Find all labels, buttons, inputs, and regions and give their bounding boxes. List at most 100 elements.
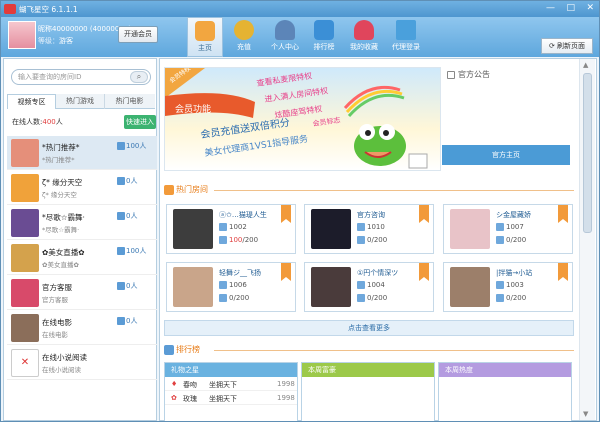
tab-games[interactable]: 热门游戏	[56, 94, 105, 109]
room-thumbnail	[311, 209, 351, 249]
nav-label: 代理登录	[392, 43, 420, 51]
quick-enter-button[interactable]: 快速进入	[124, 115, 156, 129]
left-panel: 输入要查询的房间ID ⌕ 视频专区 热门游戏 热门电影 在线人数:400人 快速…	[3, 58, 157, 421]
room-id: 1007	[496, 223, 524, 231]
hot-room-card[interactable]: 轻舞ジ__飞扬 1006 0/200	[166, 262, 296, 312]
nav-recharge[interactable]: 充值	[226, 17, 262, 57]
maximize-button[interactable]: □	[566, 4, 575, 13]
board-title: 本周富豪	[302, 363, 434, 377]
bookmark-icon	[558, 205, 568, 223]
room-sub: ζ* 缘分天空	[42, 191, 77, 199]
nav-label: 我的收藏	[350, 43, 378, 51]
id-icon	[219, 223, 227, 231]
header: 昵称40000000 (40000000) 等级：游客 开通会员 主页 充值 个…	[1, 17, 599, 57]
broken-image-icon: ✕	[11, 349, 39, 377]
level-label: 等级：	[38, 37, 59, 45]
ranking-title: 排行榜	[176, 345, 200, 354]
room-sub: ✿美女直播✿	[42, 261, 79, 269]
avatar[interactable]	[8, 21, 36, 49]
room-name: |拌猫→小站	[496, 269, 533, 277]
nav-favorites[interactable]: 我的收藏	[346, 17, 382, 57]
hot-room-card[interactable]: ⓐ✩…猫瑅人生 1002 100/200	[166, 204, 296, 254]
rank-board-gifts: 礼物之星 ♦ 春吻 坐拥天下 1998 ✿ 玫瑰 坐拥天下 1998	[164, 362, 298, 421]
room-name: シ金屋藏娇	[496, 211, 531, 219]
nav-label: 个人中心	[271, 43, 299, 51]
room-sub: *热门推荐*	[42, 156, 75, 164]
room-count: 0人	[117, 316, 137, 326]
room-item[interactable]: *尽歌☆霸舞· *尽歌☆霸舞· 0人	[7, 206, 157, 240]
user-name: 坐拥天下	[209, 395, 237, 403]
room-users: 0/200	[496, 236, 526, 244]
bookmark-icon	[419, 205, 429, 223]
close-button[interactable]: ✕	[586, 4, 594, 13]
scroll-thumb[interactable]	[583, 73, 592, 233]
people-icon	[496, 236, 504, 244]
scroll-down-icon[interactable]: ▼	[583, 410, 588, 418]
room-sub: *尽歌☆霸舞·	[42, 226, 80, 234]
room-name: 在线电影	[42, 318, 72, 327]
room-item[interactable]: ✿美女直播✿ ✿美女直播✿ 100人	[7, 241, 157, 275]
room-thumbnail	[173, 267, 213, 307]
app-window: 蝴飞星空 6.1.1.1 — □ ✕ 昵称40000000 (40000000)…	[0, 0, 600, 422]
search-placeholder: 输入要查询的房间ID	[18, 73, 82, 81]
home-icon	[195, 21, 215, 41]
official-home-button[interactable]: 官方主页	[442, 145, 570, 165]
nav-home[interactable]: 主页	[187, 17, 223, 57]
room-thumbnail	[11, 139, 39, 167]
rank-row[interactable]: ♦ 春吻 坐拥天下 1998	[165, 377, 297, 391]
window-title: 蝴飞星空 6.1.1.1	[19, 5, 78, 14]
hot-room-card[interactable]: ①円个情深ツ 1004 0/200	[304, 262, 434, 312]
ranking-header: 排行榜	[164, 344, 574, 356]
room-item[interactable]: *热门推荐* *热门推荐* 100人	[7, 136, 157, 170]
banner-line: 会员标志	[312, 115, 341, 128]
fire-icon	[164, 184, 174, 195]
hot-room-card[interactable]: |拌猫→小站 1003 0/200	[443, 262, 573, 312]
room-users: 100/200	[219, 236, 258, 244]
refresh-page-button[interactable]: ⟳ 刷新页面	[541, 38, 593, 54]
nav-label: 排行榜	[313, 43, 335, 51]
monitor-icon	[396, 20, 416, 40]
nav-ranking[interactable]: 排行榜	[306, 17, 342, 57]
nav-personal-center[interactable]: 个人中心	[265, 17, 305, 57]
rank-row[interactable]: ✿ 玫瑰 坐拥天下 1998	[165, 391, 297, 405]
room-name: 官方咨询	[357, 211, 385, 219]
scroll-up-icon[interactable]: ▲	[583, 61, 588, 69]
id-icon	[496, 223, 504, 231]
hot-room-card[interactable]: シ金屋藏娇 1007 0/200	[443, 204, 573, 254]
room-thumbnail	[450, 267, 490, 307]
room-name: 官方客服	[42, 283, 72, 292]
minimize-button[interactable]: —	[546, 4, 555, 13]
room-name: 在线小说阅读	[42, 353, 87, 362]
room-thumbnail	[11, 314, 39, 342]
rank-board-rich: 本周富豪	[301, 362, 435, 421]
nav-agent-login[interactable]: 代理登录	[387, 17, 425, 57]
user-name: 坐拥天下	[209, 381, 237, 389]
open-vip-button[interactable]: 开通会员	[118, 26, 158, 43]
room-item[interactable]: ✕ 在线小说阅读 在线小说阅读	[7, 346, 157, 380]
room-count: 0人	[117, 281, 137, 291]
room-thumbnail	[450, 209, 490, 249]
room-users: 0/200	[219, 294, 249, 302]
tab-movies[interactable]: 热门电影	[105, 94, 154, 109]
room-item[interactable]: 在线电影 在线电影 0人	[7, 311, 157, 345]
room-item[interactable]: 官方客服 官方客服 0人	[7, 276, 157, 310]
room-item[interactable]: ζ* 缘分天空 ζ* 缘分天空 0人	[7, 171, 157, 205]
search-icon[interactable]: ⌕	[130, 71, 148, 83]
room-thumbnail	[173, 209, 213, 249]
ranking-icon	[314, 20, 334, 40]
bookmark-icon	[281, 263, 291, 281]
online-count: 在线人数:400人	[12, 118, 63, 126]
vertical-scrollbar[interactable]: ▲ ▼	[579, 59, 595, 420]
search-input[interactable]: 输入要查询的房间ID ⌕	[11, 69, 151, 85]
people-icon	[357, 236, 365, 244]
room-thumbnail	[311, 267, 351, 307]
rose-icon: ✿	[171, 394, 177, 402]
room-id: 1010	[357, 223, 385, 231]
people-icon	[117, 317, 125, 325]
hot-room-card[interactable]: 官方咨询 1010 0/200	[304, 204, 434, 254]
tab-video[interactable]: 视频专区	[7, 94, 56, 109]
promo-banner[interactable]: 会员特权 会员功能 查看私麦限特权 进入满人房间特权 炫酷座驾特权 会员标志 会…	[164, 67, 441, 171]
room-sub: 在线电影	[42, 331, 68, 339]
title-bar[interactable]: 蝴飞星空 6.1.1.1 — □ ✕	[1, 1, 599, 17]
view-more-button[interactable]: 点击查看更多	[164, 320, 574, 336]
